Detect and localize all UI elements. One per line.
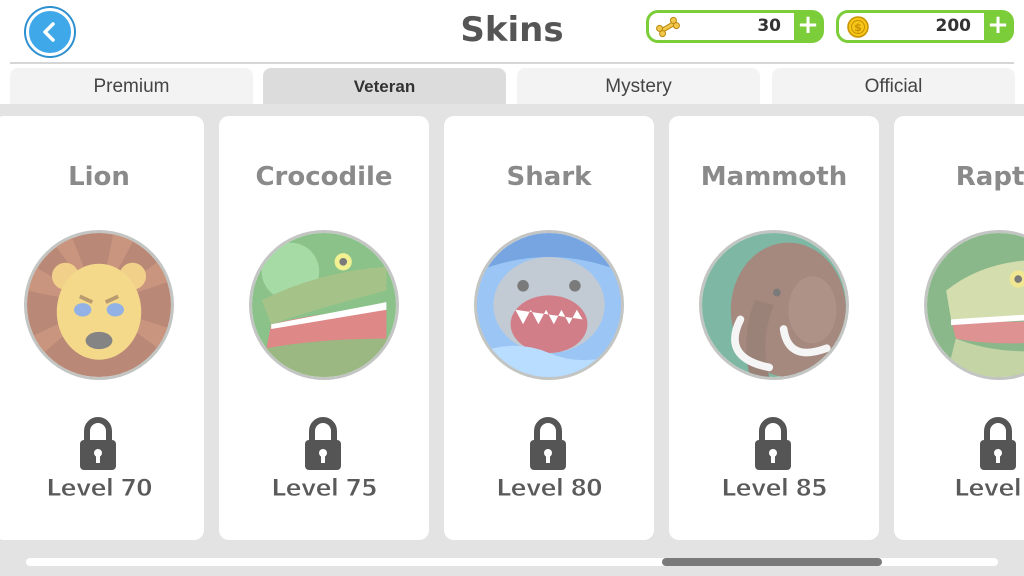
- skin-name: Lion: [68, 162, 130, 192]
- skin-card-raptor[interactable]: Rapto Level 9: [894, 116, 1024, 540]
- shark-portrait: [474, 230, 624, 380]
- skin-card-shark[interactable]: Shark Level 80: [444, 116, 654, 540]
- tab-bar: Premium Veteran Mystery Official: [10, 68, 1024, 106]
- add-bones-button[interactable]: +: [794, 12, 822, 41]
- header: Skins 30 + $ 200 +: [0, 0, 1024, 64]
- unlock-level: Level 70: [46, 474, 153, 503]
- lock-icon: [978, 416, 1018, 472]
- scrollbar-thumb[interactable]: [662, 558, 882, 566]
- tab-veteran[interactable]: Veteran: [263, 68, 506, 106]
- lock-icon: [303, 416, 343, 472]
- mammoth-portrait: [699, 230, 849, 380]
- coins-value: 200: [935, 16, 972, 36]
- coin-icon: $: [845, 15, 871, 39]
- coins-counter: $ 200 +: [836, 10, 1014, 43]
- skin-name: Shark: [506, 162, 592, 192]
- skins-list: Lion Level 70 Crocodile Level 75 Shark L…: [0, 104, 1024, 576]
- add-coins-button[interactable]: +: [984, 12, 1012, 41]
- unlock-level: Level 80: [496, 474, 603, 503]
- skin-name: Crocodile: [255, 162, 393, 192]
- unlock-level: Level 85: [721, 474, 828, 503]
- lock-icon: [528, 416, 568, 472]
- tab-mystery[interactable]: Mystery: [517, 68, 760, 106]
- lock-icon: [753, 416, 793, 472]
- crocodile-portrait: [249, 230, 399, 380]
- bone-icon: [655, 15, 681, 39]
- skin-name: Rapto: [955, 162, 1024, 192]
- svg-text:$: $: [854, 21, 862, 34]
- unlock-level: Level 75: [271, 474, 378, 503]
- skin-card-mammoth[interactable]: Mammoth Level 85: [669, 116, 879, 540]
- lock-icon: [78, 416, 118, 472]
- unlock-level: Level 9: [954, 474, 1024, 503]
- tab-official[interactable]: Official: [772, 68, 1015, 106]
- bones-value: 30: [757, 16, 781, 36]
- skin-card-crocodile[interactable]: Crocodile Level 75: [219, 116, 429, 540]
- skin-name: Mammoth: [700, 162, 848, 192]
- raptor-portrait: [924, 230, 1024, 380]
- header-divider: [10, 62, 1014, 64]
- lion-portrait: [24, 230, 174, 380]
- skin-card-lion[interactable]: Lion Level 70: [0, 116, 204, 540]
- bones-counter: 30 +: [646, 10, 824, 43]
- horizontal-scrollbar[interactable]: [26, 558, 998, 566]
- tab-premium[interactable]: Premium: [10, 68, 253, 106]
